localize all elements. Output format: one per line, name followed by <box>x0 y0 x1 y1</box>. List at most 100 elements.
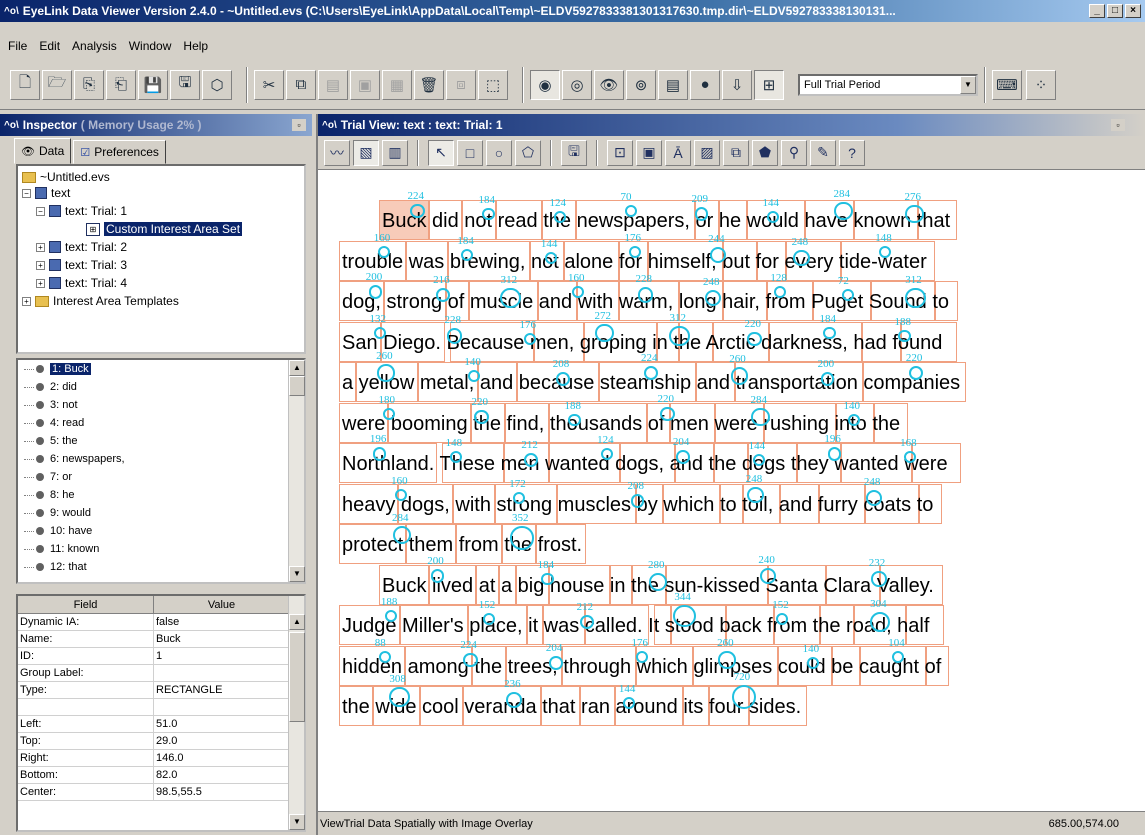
list-item[interactable]: 12: that <box>18 558 304 576</box>
list-item[interactable]: 5: the <box>18 432 304 450</box>
menu-edit[interactable]: Edit <box>33 39 66 53</box>
fixation-marker[interactable] <box>579 614 594 630</box>
value-cell[interactable]: RECTANGLE <box>154 682 290 698</box>
value-cell[interactable] <box>154 665 290 681</box>
list-item[interactable]: 9: would <box>18 504 304 522</box>
fixation-marker[interactable] <box>747 486 764 504</box>
fixation-marker[interactable] <box>541 572 554 586</box>
fixation-marker[interactable] <box>660 406 675 422</box>
list-item[interactable]: 7: or <box>18 468 304 486</box>
import-multiple-icon[interactable]: ⎗ <box>106 69 136 100</box>
save-as-icon[interactable]: 🖫 <box>170 69 200 100</box>
tab-preferences[interactable]: ☑ Preferences <box>73 140 166 164</box>
tree-ia-set[interactable]: ⊞ Custom Interest Area Set <box>86 220 243 238</box>
fixation-marker[interactable] <box>904 287 926 309</box>
fixation-marker[interactable] <box>628 246 641 258</box>
menu-file[interactable]: File <box>2 39 33 53</box>
scroll-thumb[interactable] <box>289 632 305 722</box>
freehand-ia-icon[interactable]: ⬠ <box>515 139 541 166</box>
fixation-marker[interactable] <box>555 372 570 386</box>
fixation-marker[interactable] <box>373 327 386 339</box>
scroll-up-icon[interactable]: ▲ <box>289 360 305 376</box>
fixation-marker[interactable] <box>482 613 495 625</box>
copy-icon[interactable]: ⧉ <box>286 69 316 100</box>
trial-period-select[interactable]: Full Trial Period ▼ <box>798 73 978 96</box>
eye-view-icon[interactable]: 👁 <box>594 69 624 100</box>
fixation-marker[interactable] <box>827 447 841 461</box>
value-cell[interactable]: 29.0 <box>154 733 290 749</box>
value-cell[interactable] <box>154 699 290 715</box>
value-cell[interactable]: Buck <box>154 631 290 647</box>
collapse-icon[interactable]: − <box>22 188 31 198</box>
tab-data[interactable]: 👁 Data <box>14 138 72 164</box>
fixation-marker[interactable] <box>553 211 566 223</box>
import-data-icon[interactable]: ⎘ <box>74 69 104 100</box>
properties-scrollbar[interactable]: ▲ ▼ <box>288 596 305 830</box>
image-icon[interactable]: ▨ <box>694 139 720 166</box>
tree-templates[interactable]: + Interest Area Templates <box>22 292 179 310</box>
chevron-down-icon[interactable]: ▼ <box>960 75 976 94</box>
fixation-marker[interactable] <box>568 413 581 427</box>
message-view-icon[interactable]: ▤ <box>658 69 688 100</box>
fixation-marker[interactable] <box>752 454 765 466</box>
clipboard-icon[interactable]: ▦ <box>382 69 412 100</box>
fixation-marker[interactable] <box>373 447 387 461</box>
fixation-marker[interactable] <box>820 372 835 386</box>
scroll-up-icon[interactable]: ▲ <box>289 614 305 630</box>
fixation-marker[interactable] <box>395 489 408 501</box>
save-image-icon[interactable]: ▣ <box>636 139 662 166</box>
fixation-marker[interactable] <box>669 325 690 347</box>
fixation-marker[interactable] <box>549 656 563 670</box>
zoom-icon[interactable]: ⚲ <box>781 139 807 166</box>
value-cell[interactable]: false <box>154 614 290 630</box>
menu-analysis[interactable]: Analysis <box>66 39 123 53</box>
value-cell[interactable]: 98.5,55.5 <box>154 784 290 800</box>
cut-icon[interactable]: ✂ <box>254 69 284 100</box>
fixation-marker[interactable] <box>672 604 696 628</box>
value-cell[interactable]: 1 <box>154 648 290 664</box>
select-region-icon[interactable]: ⬚ <box>478 69 508 100</box>
list-item[interactable]: 2: did <box>18 378 304 396</box>
fixation-marker[interactable] <box>510 526 534 550</box>
fixation-marker[interactable] <box>572 286 585 298</box>
fixation-marker[interactable] <box>377 246 390 258</box>
save-ia-icon[interactable]: 🖫 <box>561 139 587 166</box>
fixation-marker[interactable] <box>369 285 383 299</box>
fixation-marker[interactable] <box>630 494 645 508</box>
expand-icon[interactable]: + <box>36 278 45 288</box>
fixation-marker[interactable] <box>523 333 536 345</box>
expand-icon[interactable]: + <box>22 296 31 306</box>
edit-icon[interactable]: ✎ <box>810 139 836 166</box>
value-cell[interactable]: 82.0 <box>154 767 290 783</box>
value-cell[interactable]: 51.0 <box>154 716 290 732</box>
fixation-marker[interactable] <box>905 204 924 224</box>
tree-trial-3[interactable]: + text: Trial: 3 <box>36 256 127 274</box>
fixation-marker[interactable] <box>747 331 762 347</box>
minimize-button[interactable]: _ <box>1089 4 1105 18</box>
maximize-button[interactable]: □ <box>1107 4 1123 18</box>
ellipse-ia-icon[interactable]: ○ <box>486 139 512 166</box>
fixation-marker[interactable] <box>482 207 495 221</box>
tree-trial-1[interactable]: − text: Trial: 1 <box>36 202 127 220</box>
export-image-icon[interactable]: ⧉ <box>723 139 749 166</box>
tree-trial-4[interactable]: + text: Trial: 4 <box>36 274 127 292</box>
fixation-marker[interactable] <box>718 651 736 669</box>
saccade-view-icon[interactable]: ◎ <box>562 69 592 100</box>
tree-trial-2[interactable]: + text: Trial: 2 <box>36 238 127 256</box>
fixation-marker[interactable] <box>730 367 748 385</box>
console-icon[interactable]: ⌨ <box>992 69 1022 100</box>
menu-help[interactable]: Help <box>177 39 214 53</box>
restore-panel-icon[interactable]: ▫ <box>1111 119 1125 131</box>
fixation-marker[interactable] <box>806 657 819 669</box>
sample-view-icon[interactable]: ● <box>690 69 720 100</box>
scroll-down-icon[interactable]: ▼ <box>289 566 305 582</box>
expand-icon[interactable]: + <box>36 260 45 270</box>
help-icon[interactable]: ? <box>839 139 865 166</box>
export-icon[interactable]: ⬡ <box>202 69 232 100</box>
blink-view-icon[interactable]: ⊚ <box>626 69 656 100</box>
animation-icon[interactable]: ▥ <box>382 139 408 166</box>
fixation-marker[interactable] <box>823 326 836 340</box>
open-folder-icon[interactable]: 🗁 <box>42 69 72 100</box>
shield-icon[interactable]: ⬟ <box>752 139 778 166</box>
fixation-marker[interactable] <box>624 205 637 217</box>
